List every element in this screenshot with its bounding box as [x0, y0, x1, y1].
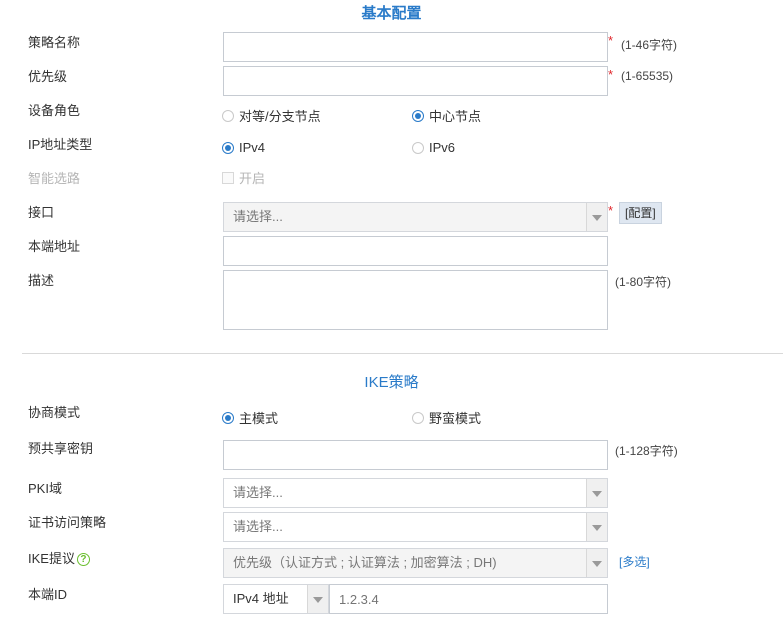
required-mark: * — [608, 203, 614, 218]
section-divider — [22, 353, 783, 354]
ike-proposal-multi-link[interactable]: [多选] — [619, 553, 650, 570]
pki-domain-select[interactable]: 请选择... — [223, 478, 608, 508]
smart-route-label: 智能选路 — [28, 171, 81, 186]
negotiation-aggressive-label: 野蛮模式 — [429, 411, 482, 426]
radio-icon — [222, 411, 234, 424]
local-address-label: 本端地址 — [28, 239, 81, 254]
section-title-basic: 基本配置 — [361, 5, 422, 22]
smart-route-checkbox-label: 开启 — [239, 171, 266, 186]
ike-proposal-label-text: IKE提议 — [28, 551, 75, 566]
radio-icon — [412, 141, 424, 154]
cert-policy-select[interactable]: 请选择... — [223, 512, 608, 542]
negotiation-mode-label: 协商模式 — [28, 405, 81, 420]
ip-type-ipv4-radio[interactable]: IPv4 — [222, 140, 265, 155]
negotiation-aggressive-radio[interactable]: 野蛮模式 — [412, 408, 481, 427]
section-title-ike: IKE策略 — [364, 374, 419, 391]
psk-input[interactable] — [223, 440, 608, 470]
radio-icon — [222, 109, 234, 122]
local-id-type-text: IPv4 地址 — [233, 591, 289, 606]
interface-label: 接口 — [28, 205, 55, 220]
device-role-peer-label: 对等/分支节点 — [239, 109, 321, 124]
device-role-center-label: 中心节点 — [429, 109, 482, 124]
pki-domain-select-text: 请选择... — [233, 485, 283, 500]
ip-type-ipv6-radio[interactable]: IPv6 — [412, 140, 455, 155]
radio-icon — [412, 109, 424, 122]
checkbox-icon — [222, 171, 234, 184]
chevron-down-icon — [586, 513, 607, 541]
local-id-type-select[interactable]: IPv4 地址 — [223, 584, 329, 614]
psk-label: 预共享密钥 — [28, 441, 94, 456]
chevron-down-icon — [586, 479, 607, 507]
help-icon[interactable]: ? — [76, 553, 90, 566]
smart-route-checkbox[interactable]: 开启 — [222, 168, 265, 187]
description-hint: (1-80字符) — [615, 275, 672, 289]
priority-label: 优先级 — [28, 69, 68, 84]
chevron-down-icon — [307, 585, 328, 613]
psk-hint: (1-128字符) — [615, 444, 678, 458]
chevron-down-icon — [586, 549, 607, 577]
description-label: 描述 — [28, 273, 55, 288]
ip-type-label: IP地址类型 — [28, 137, 93, 152]
priority-input[interactable] — [223, 66, 608, 96]
cert-policy-select-text: 请选择... — [233, 519, 283, 534]
description-textarea[interactable] — [223, 270, 608, 330]
device-role-center-radio[interactable]: 中心节点 — [412, 106, 481, 125]
interface-select-text: 请选择... — [233, 209, 283, 224]
negotiation-main-label: 主模式 — [239, 411, 279, 426]
ike-proposal-select-text: 优先级（认证方式 ; 认证算法 ; 加密算法 ; DH) — [233, 555, 497, 570]
local-id-label: 本端ID — [28, 587, 68, 602]
cert-policy-label: 证书访问策略 — [28, 515, 107, 530]
local-address-input[interactable] — [223, 236, 608, 266]
radio-icon — [222, 141, 234, 154]
policy-name-label: 策略名称 — [28, 35, 81, 50]
ike-proposal-label: IKE提议? — [28, 548, 90, 567]
ip-type-ipv6-label: IPv6 — [429, 140, 456, 155]
device-role-peer-radio[interactable]: 对等/分支节点 — [222, 106, 321, 125]
required-mark: * — [608, 33, 614, 48]
priority-hint: (1-65535) — [621, 69, 674, 83]
chevron-down-icon — [586, 203, 607, 231]
interface-config-button[interactable]: [配置] — [619, 202, 662, 224]
local-id-input[interactable] — [329, 584, 608, 614]
radio-icon — [412, 411, 424, 424]
pki-domain-label: PKI域 — [28, 481, 62, 496]
policy-name-hint: (1-46字符) — [621, 38, 678, 52]
negotiation-main-radio[interactable]: 主模式 — [222, 408, 278, 427]
required-mark: * — [608, 67, 614, 82]
ike-proposal-select[interactable]: 优先级（认证方式 ; 认证算法 ; 加密算法 ; DH) — [223, 548, 608, 578]
device-role-label: 设备角色 — [28, 103, 81, 118]
policy-name-input[interactable] — [223, 32, 608, 62]
ip-type-ipv4-label: IPv4 — [239, 140, 266, 155]
interface-select[interactable]: 请选择... — [223, 202, 608, 232]
